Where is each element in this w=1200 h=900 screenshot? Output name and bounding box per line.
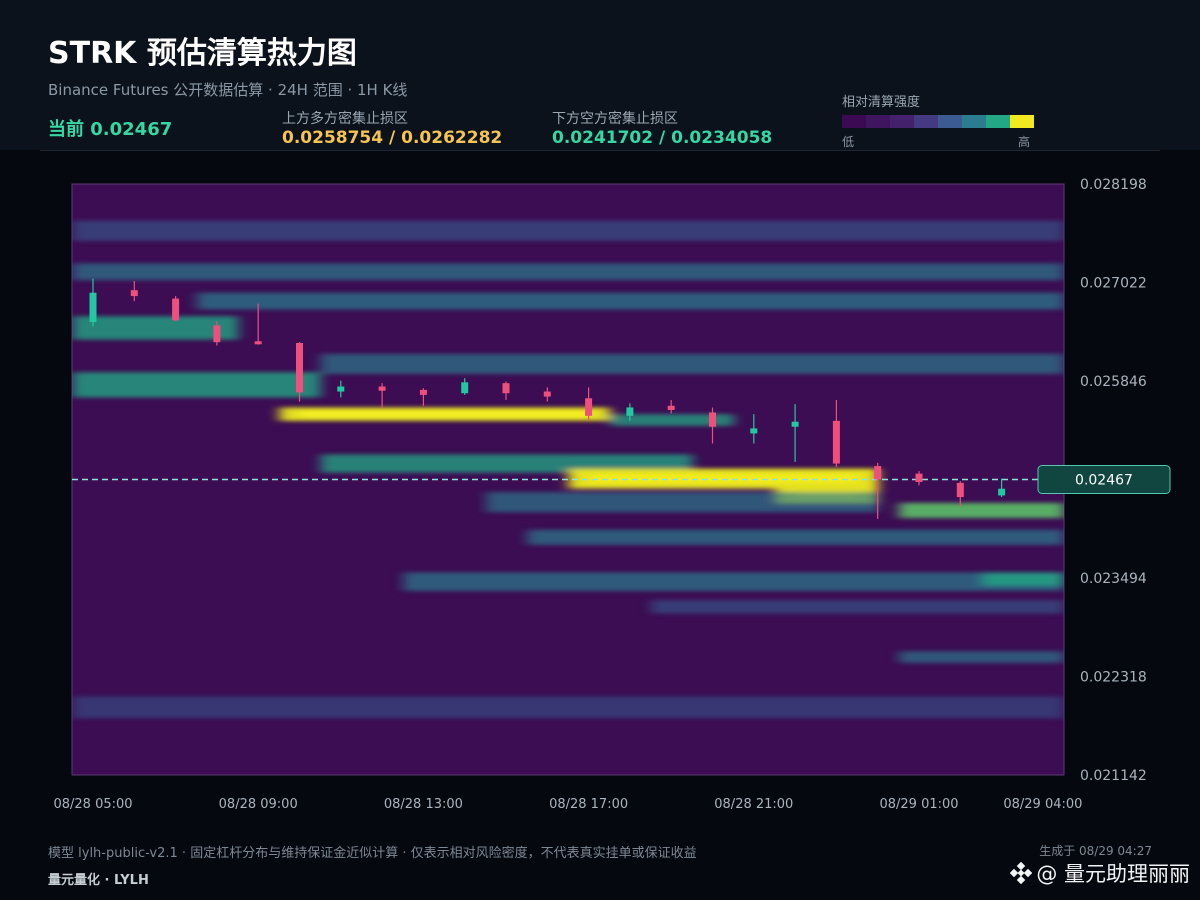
x-tick-label: 08/29 01:00 [879, 797, 958, 812]
candle-body [254, 341, 262, 345]
candle-body [130, 290, 138, 297]
watermark-text: @ 量元助理丽丽 [1036, 862, 1190, 886]
candle-body [998, 488, 1006, 496]
heatmap-band [72, 263, 1064, 281]
heatmap-band [981, 572, 1064, 586]
heatmap-band [527, 529, 1064, 545]
heatmap-band [72, 220, 1064, 241]
current-price-tag: 0.02467 [1037, 465, 1171, 494]
x-tick-label: 08/28 13:00 [384, 797, 463, 812]
candle-body [378, 386, 386, 391]
y-tick-label: 0.022318 [1080, 670, 1147, 686]
candle-body [461, 382, 469, 394]
x-tick-label: 08/29 04:00 [1003, 797, 1082, 812]
heatmap-band [320, 353, 1064, 374]
footer-disclaimer: 模型 lylh-public-v2.1 · 固定杠杆分布与维持保证金近似计算 ·… [48, 846, 697, 861]
candle-body [296, 342, 303, 393]
x-tick-label: 08/28 17:00 [549, 797, 628, 812]
y-tick-label: 0.025846 [1080, 374, 1147, 390]
heatmap-band [899, 651, 1064, 663]
watermark: @ 量元助理丽丽 [1010, 858, 1190, 888]
candle-body [956, 482, 964, 498]
candle-body [172, 298, 180, 321]
binance-logo-icon [1010, 862, 1033, 884]
candle-body [89, 292, 97, 323]
x-tick-label: 08/28 05:00 [53, 797, 132, 812]
heatmap-band [196, 292, 1064, 310]
heatmap-band [486, 492, 879, 513]
candle-body [502, 383, 510, 394]
heatmap-band [651, 600, 1064, 614]
candle-body [750, 428, 758, 434]
candle-body [791, 421, 799, 427]
candle-body [915, 473, 923, 483]
heatmap-band [72, 316, 239, 340]
candle-body [213, 325, 221, 343]
candle-body [709, 412, 716, 427]
candle-body [626, 407, 634, 416]
heatmap-band [899, 502, 1064, 519]
x-tick-label: 08/28 21:00 [714, 797, 793, 812]
generated-time: 生成于 08/29 04:27 [1039, 844, 1152, 858]
candle-body [337, 386, 345, 392]
y-tick-label: 0.023494 [1080, 571, 1147, 587]
x-tick-label: 08/28 09:00 [219, 797, 298, 812]
candle-body [585, 398, 593, 416]
y-tick-label: 0.028198 [1080, 177, 1147, 193]
candle-body [832, 420, 840, 464]
candle-body [874, 466, 882, 480]
brand-label: 量元量化 · LYLH [48, 873, 149, 888]
heatmap-band [403, 572, 1064, 591]
heatmap-band-core [299, 410, 590, 419]
heatmap-band [72, 372, 321, 398]
candle-body [543, 391, 551, 397]
liquidation-heatmap-chart: 0.028198 0.027022 0.025846 0.023494 0.022318… [53, 177, 1171, 812]
candle-body [419, 389, 427, 395]
x-axis: 08/28 05:00 08/28 09:00 08/28 13:00 08/28 1… [53, 797, 1082, 812]
current-price-tag-label: 0.02467 [1075, 473, 1133, 489]
heatmap-band-core [588, 474, 859, 483]
heatmap-band [72, 696, 1064, 719]
candle-body [667, 405, 675, 410]
y-tick-label: 0.021142 [1080, 768, 1147, 784]
y-tick-label: 0.027022 [1080, 276, 1147, 292]
